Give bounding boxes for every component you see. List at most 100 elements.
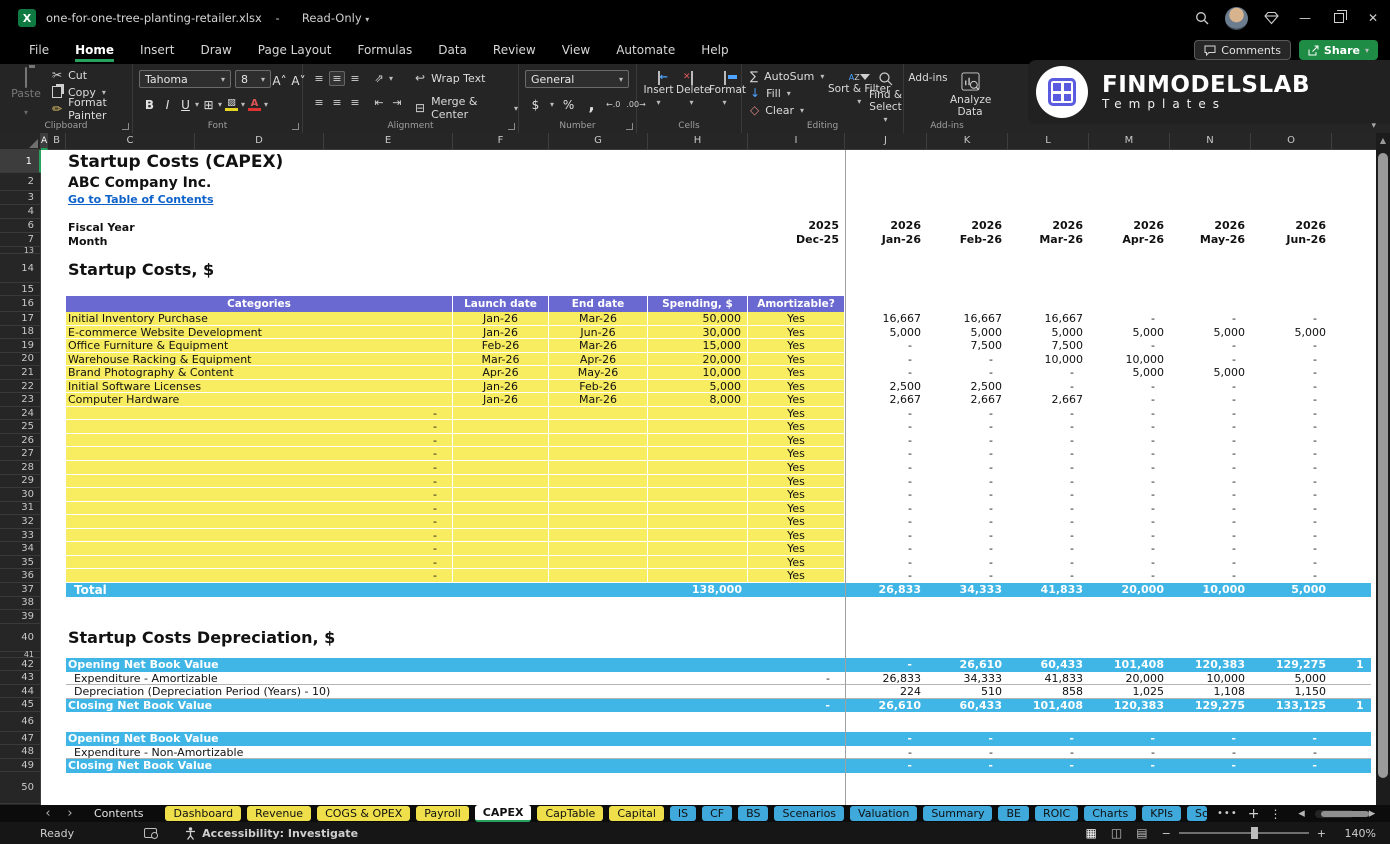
close-button[interactable]: ✕ bbox=[1356, 0, 1390, 36]
cell-launch-date[interactable] bbox=[453, 555, 549, 570]
cell-end-date[interactable] bbox=[549, 461, 648, 475]
cell-month-value[interactable]: - bbox=[1008, 366, 1089, 380]
cell-month-value[interactable]: - bbox=[1008, 488, 1089, 502]
sheet-tab-valuation[interactable]: Valuation bbox=[850, 806, 918, 821]
row-header[interactable]: 4 bbox=[0, 205, 41, 219]
cell-month-value[interactable]: - bbox=[1008, 407, 1089, 421]
cell-month-value[interactable]: - bbox=[1251, 542, 1332, 556]
cell-month-value[interactable]: - bbox=[845, 434, 927, 448]
row-header[interactable]: 15 bbox=[0, 283, 41, 296]
cell-month-value[interactable]: - bbox=[1008, 447, 1089, 461]
analyze-data-button[interactable]: Analyze Data bbox=[950, 72, 991, 118]
month-cell[interactable]: May-26 bbox=[1170, 233, 1251, 247]
cell-dec-value[interactable]: - bbox=[748, 699, 845, 713]
collapse-ribbon-icon[interactable]: ▾ bbox=[1371, 121, 1376, 131]
cell-month-value[interactable]: - bbox=[1170, 759, 1251, 773]
cell-month-value[interactable]: - bbox=[845, 542, 927, 556]
row-header[interactable]: 48 bbox=[0, 745, 41, 759]
depreciation-row-label[interactable]: Expenditure - Amortizable bbox=[74, 672, 218, 686]
row-header[interactable]: 39 bbox=[0, 610, 41, 624]
align-bottom-icon[interactable]: ≡ bbox=[347, 72, 363, 85]
cell-clipped-value[interactable] bbox=[1332, 732, 1371, 746]
cell-category[interactable]: - bbox=[66, 501, 453, 516]
cell-category[interactable]: E-commerce Website Development bbox=[66, 325, 453, 340]
sheet-tab-be[interactable]: BE bbox=[998, 806, 1029, 821]
cell-month-value[interactable]: - bbox=[1089, 461, 1170, 475]
cell-end-date[interactable] bbox=[549, 474, 648, 489]
clear-button[interactable]: ◇ Clear ▾ bbox=[750, 103, 824, 117]
cell-category[interactable]: Brand Photography & Content bbox=[66, 366, 453, 380]
cell-month-value[interactable]: - bbox=[1170, 732, 1251, 746]
clipboard-dialog-launcher-icon[interactable] bbox=[122, 123, 129, 130]
cell-launch-date[interactable]: Feb-26 bbox=[453, 339, 549, 353]
row-header[interactable]: 6 bbox=[0, 219, 41, 233]
cell-amortizable[interactable]: Yes bbox=[748, 393, 845, 407]
cell-month-value[interactable]: - bbox=[1008, 732, 1089, 746]
sheet-tab-captable[interactable]: CapTable bbox=[537, 806, 604, 821]
fiscal-year-cell[interactable]: 2026 bbox=[1251, 219, 1332, 233]
cell-month-value[interactable]: 5,000 bbox=[1251, 672, 1332, 685]
cell-month-value[interactable]: 2,667 bbox=[1008, 393, 1089, 407]
col-header-K[interactable]: K bbox=[927, 133, 1008, 150]
cell-month-value[interactable]: - bbox=[1089, 434, 1170, 448]
cell-category[interactable]: - bbox=[66, 433, 453, 448]
total-month-value[interactable]: 41,833 bbox=[1008, 583, 1089, 597]
col-header-G[interactable]: G bbox=[549, 133, 648, 150]
row-header[interactable]: 43 bbox=[0, 671, 41, 685]
cell-month-value[interactable]: - bbox=[1251, 312, 1332, 326]
cell-month-value[interactable]: - bbox=[1170, 569, 1251, 583]
cell-spending[interactable]: 10,000 bbox=[648, 366, 748, 380]
header-launch-date[interactable]: Launch date bbox=[453, 296, 549, 312]
row-header[interactable]: 18 bbox=[0, 326, 41, 340]
row-header[interactable]: 2 bbox=[0, 173, 41, 191]
cell-spending[interactable] bbox=[648, 555, 748, 570]
cell-month-value[interactable]: - bbox=[1089, 447, 1170, 461]
cell-amortizable[interactable]: Yes bbox=[748, 474, 845, 489]
cell-month-value[interactable]: - bbox=[1251, 488, 1332, 502]
orientation-icon[interactable]: ⇗ bbox=[371, 72, 387, 85]
cell-month-value[interactable]: 7,500 bbox=[1008, 339, 1089, 353]
total-label[interactable]: Total bbox=[74, 583, 107, 597]
cell-month-value[interactable]: - bbox=[1089, 515, 1170, 529]
cell-category[interactable]: - bbox=[66, 447, 453, 462]
cell-dec-value[interactable]: - bbox=[748, 672, 845, 685]
underline-button[interactable]: U bbox=[177, 96, 194, 113]
sheet-tab-scenarios[interactable]: Scenarios bbox=[774, 806, 845, 821]
number-dialog-launcher-icon[interactable] bbox=[626, 123, 633, 130]
cell-month-value[interactable]: - bbox=[1170, 746, 1251, 759]
cell-month-value[interactable]: 5,000 bbox=[1170, 326, 1251, 340]
cell-month-value[interactable]: - bbox=[1008, 461, 1089, 475]
cell-month-value[interactable]: 7,500 bbox=[927, 339, 1008, 353]
row-header[interactable]: 29 bbox=[0, 475, 41, 489]
borders-icon[interactable]: ⊞ bbox=[200, 96, 217, 113]
cell-month-value[interactable]: - bbox=[1170, 502, 1251, 516]
toc-link[interactable]: Go to Table of Contents bbox=[68, 193, 214, 206]
cell-month-value[interactable]: - bbox=[1170, 407, 1251, 421]
header-amortizable[interactable]: Amortizable? bbox=[748, 296, 845, 312]
cell-month-value[interactable]: - bbox=[1008, 502, 1089, 516]
cell-month-value[interactable]: 101,408 bbox=[1008, 699, 1089, 713]
cell-month-value[interactable]: - bbox=[1251, 366, 1332, 380]
col-header-M[interactable]: M bbox=[1089, 133, 1170, 150]
row-header[interactable]: 17 bbox=[0, 312, 41, 326]
cell-month-value[interactable]: 5,000 bbox=[1008, 326, 1089, 340]
header-spending[interactable]: Spending, $ bbox=[648, 296, 748, 312]
header-categories[interactable]: Categories bbox=[66, 296, 453, 312]
cell-amortizable[interactable]: Yes bbox=[748, 488, 845, 502]
cell-month-value[interactable]: - bbox=[845, 556, 927, 570]
fiscal-year-cell[interactable]: 2025 bbox=[748, 219, 845, 233]
user-avatar[interactable] bbox=[1225, 6, 1248, 30]
cell-month-value[interactable]: - bbox=[927, 475, 1008, 489]
sheet-tab-contents[interactable]: Contents bbox=[84, 806, 153, 821]
cell-month-value[interactable]: - bbox=[1251, 569, 1332, 583]
align-middle-icon[interactable]: ≡ bbox=[329, 71, 345, 86]
cell-month-value[interactable]: - bbox=[1251, 475, 1332, 489]
month-cell[interactable]: Jun-26 bbox=[1251, 233, 1332, 247]
cell-month-value[interactable]: - bbox=[1251, 407, 1332, 421]
row-header[interactable]: 40 bbox=[0, 624, 41, 652]
cell-clipped-value[interactable]: 1 bbox=[1332, 658, 1371, 672]
cell-spending[interactable]: 8,000 bbox=[648, 393, 748, 407]
cell-month-value[interactable]: - bbox=[1170, 420, 1251, 434]
cell-month-value[interactable]: - bbox=[1251, 393, 1332, 407]
sheet-tab-roic[interactable]: ROIC bbox=[1034, 806, 1079, 821]
